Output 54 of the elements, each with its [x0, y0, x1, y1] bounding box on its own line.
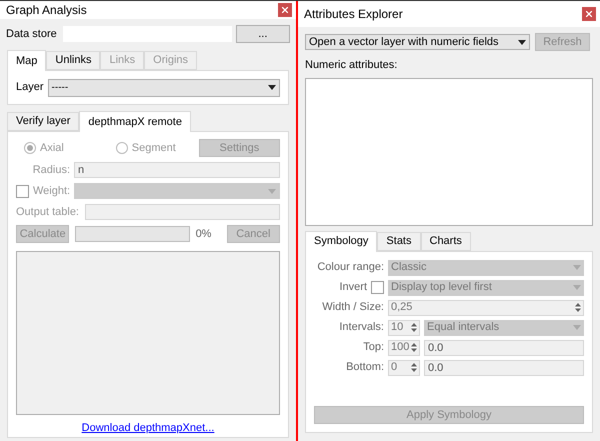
field-label: Invert [338, 280, 367, 296]
field-label: Top: [362, 340, 384, 356]
tab[interactable]: Charts [420, 232, 471, 250]
field-label: Width / Size: [321, 300, 384, 316]
radio-label: Axial [40, 140, 64, 156]
layer-label: Layer [16, 80, 44, 96]
output-table-field[interactable] [85, 204, 280, 220]
tab[interactable]: Unlinks [46, 51, 100, 70]
radio-button[interactable] [116, 142, 128, 154]
spin-box[interactable]: 10 [388, 320, 420, 336]
spin-box[interactable]: 100 [388, 340, 420, 356]
dropdown-caret-icon [573, 265, 581, 270]
value-field[interactable]: 0.0 [424, 360, 584, 376]
spin-box[interactable]: 0 [388, 360, 420, 376]
field-label: Colour range: [316, 260, 384, 276]
tab[interactable]: Symbology [305, 230, 378, 252]
panel-title: Attributes Explorer [304, 6, 403, 23]
radio-button[interactable] [24, 142, 36, 154]
close-icon [282, 7, 288, 13]
tab[interactable]: Stats [377, 232, 420, 250]
download-link[interactable]: Download depthmapXnet... [82, 420, 214, 436]
layer-dropdown[interactable]: ----- [48, 78, 280, 96]
close-icon [586, 11, 592, 17]
spin-arrows-icon [575, 303, 581, 312]
spin-arrows-icon [411, 323, 417, 332]
radius-field[interactable]: n [74, 162, 280, 178]
spin-arrows-icon [411, 363, 417, 372]
close-button[interactable] [582, 7, 596, 21]
tab[interactable]: Verify layer [7, 112, 80, 131]
progress-reading: 0% [196, 226, 212, 242]
checkbox[interactable] [16, 184, 29, 198]
radio-label: Segment [132, 140, 176, 156]
tab[interactable]: Map [7, 50, 46, 71]
field-label: Bottom: [345, 360, 384, 376]
weight-label: Weight: [33, 184, 70, 199]
spin-box[interactable]: 0,25 [388, 300, 584, 316]
dropdown-caret-icon [573, 325, 581, 330]
panel-title: Graph Analysis [6, 2, 87, 19]
numeric-attributes-label: Numeric attributes: [304, 58, 398, 73]
dropdown-caret-icon [268, 188, 276, 194]
field-label: Intervals: [338, 320, 384, 336]
tab[interactable]: depthmapX remote [79, 111, 191, 132]
browse-button[interactable]: ... [236, 25, 290, 43]
spin-arrows-icon [411, 343, 417, 352]
dropdown-caret-icon [518, 40, 526, 44]
layer-dropdown[interactable]: Open a vector layer with numeric fields [305, 34, 530, 50]
value-field[interactable]: 0.0 [424, 340, 584, 356]
data-store-label: Data store [6, 26, 58, 42]
close-button[interactable] [278, 3, 292, 17]
dropdown-caret-icon [573, 285, 581, 290]
radius-label: Radius: [32, 162, 71, 178]
output-table-label: Output table: [16, 204, 80, 220]
checkbox[interactable] [371, 281, 384, 294]
dropdown-caret-icon [268, 85, 276, 90]
